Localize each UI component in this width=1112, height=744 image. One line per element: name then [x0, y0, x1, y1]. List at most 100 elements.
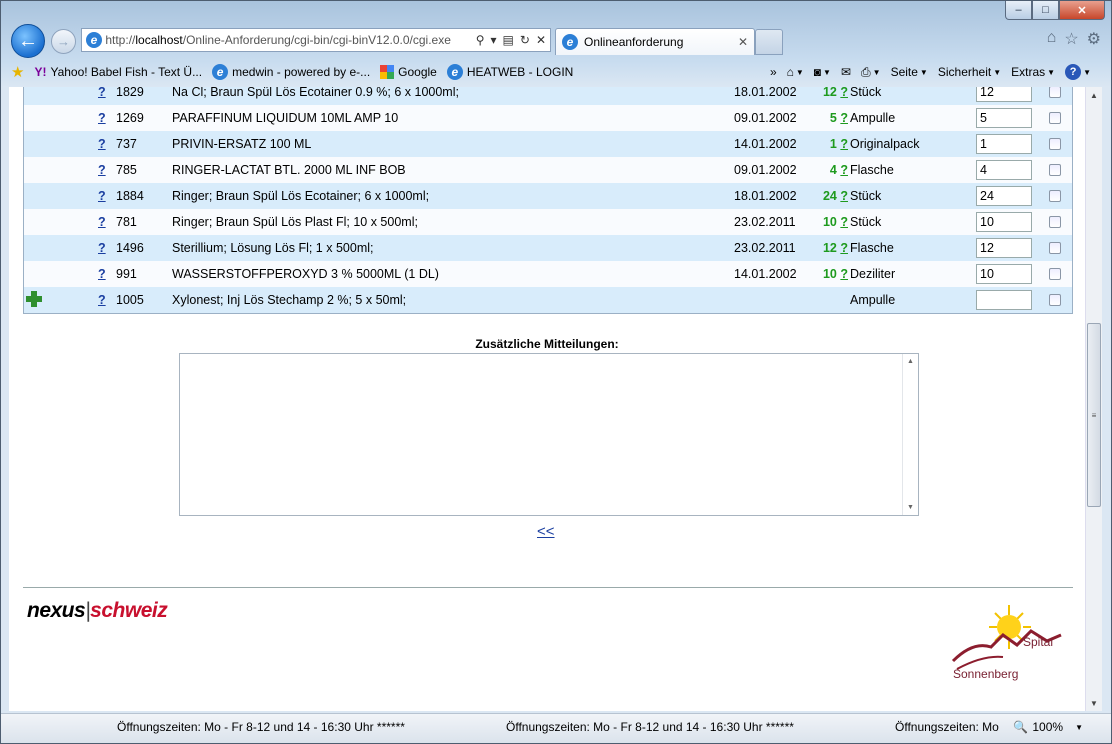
quantity-input[interactable] [976, 290, 1032, 310]
select-checkbox[interactable] [1049, 87, 1061, 98]
ie-favorite-icon: e [212, 64, 229, 80]
dropdown-icon[interactable]: ▾ [491, 33, 497, 47]
info-link[interactable]: ? [98, 293, 106, 307]
home-menu[interactable]: ⌂ ▼ [787, 65, 804, 79]
unit-label: Originalpack [850, 137, 920, 151]
back-link[interactable]: << [537, 523, 555, 540]
table-row: ? 1884 Ringer; Braun Spül Lös Ecotainer; 6… [24, 183, 1072, 209]
quantity-input[interactable] [976, 264, 1032, 284]
quantity-info-link[interactable]: ? [840, 215, 848, 229]
home-icon[interactable]: ⌂ [1047, 29, 1057, 49]
new-tab-button[interactable] [755, 29, 783, 55]
add-item-icon[interactable] [26, 291, 42, 307]
quantity-input[interactable] [976, 134, 1032, 154]
nexus-schweiz-logo: nexus|schweiz [27, 599, 168, 622]
scrollbar-thumb[interactable]: ≡ [1087, 323, 1101, 507]
article-number: 1496 [116, 241, 144, 255]
quantity-info-link[interactable]: ? [840, 111, 848, 125]
stop-icon[interactable]: ✕ [536, 33, 546, 47]
quantity-input[interactable] [976, 108, 1032, 128]
help-menu[interactable]: ? ▼ [1065, 64, 1091, 80]
sicherheit-menu[interactable]: Sicherheit ▼ [938, 65, 1001, 79]
settings-gear-icon[interactable]: ⚙ [1087, 29, 1101, 49]
select-checkbox[interactable] [1049, 164, 1061, 176]
info-link[interactable]: ? [98, 241, 106, 255]
quantity-info-link[interactable]: ? [840, 241, 848, 255]
maximize-button[interactable]: □ [1032, 1, 1059, 20]
mail-button[interactable]: ✉ [841, 65, 851, 79]
favorites-star-icon[interactable]: ☆ [1064, 29, 1078, 49]
scroll-down-icon[interactable]: ▼ [907, 504, 914, 511]
browser-window: – □ ✕ ← → e http://localhost/Online-Anfo… [0, 0, 1112, 744]
favorite-yahoo[interactable]: Y! Yahoo! Babel Fish - Text Ü... [34, 65, 202, 79]
quantity-info-link[interactable]: ? [840, 87, 848, 99]
info-link[interactable]: ? [98, 87, 106, 99]
select-checkbox[interactable] [1049, 268, 1061, 280]
print-menu[interactable]: ⎙ ▼ [861, 65, 881, 80]
seite-menu[interactable]: Seite ▼ [891, 65, 928, 79]
page-content: ? 1829 Na Cl; Braun Spül Lös Ecotainer 0.9… [9, 87, 1085, 711]
refresh-icon[interactable]: ↻ [520, 33, 530, 47]
message-textarea[interactable]: ▲ ▼ [179, 353, 919, 516]
quantity-input[interactable] [976, 87, 1032, 102]
info-link[interactable]: ? [98, 189, 106, 203]
address-bar[interactable]: e http://localhost/Online-Anforderung/cg… [81, 28, 551, 52]
info-link[interactable]: ? [98, 111, 106, 125]
favorite-google[interactable]: Google [380, 65, 437, 79]
order-date: 09.01.2002 [734, 111, 797, 125]
table-row: ? 1829 Na Cl; Braun Spül Lös Ecotainer 0.9… [24, 87, 1072, 105]
ie-page-icon: e [86, 32, 102, 48]
extras-label: Extras [1011, 65, 1046, 79]
address-host: localhost [135, 33, 183, 47]
back-button[interactable]: ← [11, 24, 45, 58]
quantity-info-link[interactable]: ? [840, 163, 848, 177]
quantity-input[interactable] [976, 212, 1032, 232]
scroll-up-icon[interactable]: ▲ [907, 358, 914, 365]
select-checkbox[interactable] [1049, 294, 1061, 306]
textarea-scrollbar[interactable]: ▲ ▼ [902, 354, 918, 515]
favorite-heatweb[interactable]: e HEATWEB - LOGIN [446, 64, 573, 80]
select-checkbox[interactable] [1049, 216, 1061, 228]
info-link[interactable]: ? [98, 267, 106, 281]
forward-arrow-icon: → [57, 34, 70, 49]
extras-menu[interactable]: Extras ▼ [1011, 65, 1055, 79]
tab-onlineanforderung[interactable]: e Onlineanforderung ✕ [555, 28, 755, 55]
quantity-input[interactable] [976, 238, 1032, 258]
article-number: 737 [116, 137, 137, 151]
status-text-3: Öffnungszeiten: Mo [895, 720, 999, 734]
quantity-info-link[interactable]: ? [840, 267, 848, 281]
page-scrollbar[interactable]: ▲ ≡ ▼ [1085, 87, 1102, 711]
favorites-star-icon[interactable]: ★ [11, 63, 24, 81]
close-tab-icon[interactable]: ✕ [738, 35, 748, 49]
info-link[interactable]: ? [98, 137, 106, 151]
info-link[interactable]: ? [98, 215, 106, 229]
select-checkbox[interactable] [1049, 112, 1061, 124]
quantity-info-link[interactable]: ? [840, 189, 848, 203]
table-row: ? 785 RINGER-LACTAT BTL. 2000 ML INF BOB 09… [24, 157, 1072, 183]
search-icon[interactable]: ⚲ [476, 33, 485, 47]
minimize-button[interactable]: – [1005, 1, 1032, 20]
chevron-down-icon: ▼ [795, 67, 804, 77]
select-checkbox[interactable] [1049, 190, 1061, 202]
forward-button[interactable]: → [51, 29, 76, 54]
quantity-input[interactable] [976, 160, 1032, 180]
scroll-up-icon[interactable]: ▲ [1086, 87, 1102, 103]
feeds-menu[interactable]: ◙ ▼ [814, 65, 831, 79]
article-description: Ringer; Braun Spül Lös Plast Fl; 10 x 50… [172, 215, 418, 229]
close-window-button[interactable]: ✕ [1059, 1, 1105, 20]
order-date: 18.01.2002 [734, 189, 797, 203]
favorite-medwin[interactable]: e medwin - powered by e-... [212, 64, 370, 80]
chevron-more-icon[interactable]: » [770, 65, 777, 79]
info-link[interactable]: ? [98, 163, 106, 177]
status-text-1: Öffnungszeiten: Mo - Fr 8-12 und 14 - 16… [117, 720, 405, 734]
last-quantity: 4 ? [829, 163, 848, 177]
select-checkbox[interactable] [1049, 138, 1061, 150]
zoom-control[interactable]: 🔍 100% ▼ [1013, 720, 1083, 734]
scroll-down-icon[interactable]: ▼ [1086, 695, 1102, 711]
chevron-down-icon: ▼ [1047, 67, 1056, 77]
quantity-info-link[interactable]: ? [840, 137, 848, 151]
unit-label: Stück [850, 87, 882, 99]
quantity-input[interactable] [976, 186, 1032, 206]
select-checkbox[interactable] [1049, 242, 1061, 254]
compatibility-icon[interactable]: ▤ [503, 33, 514, 47]
